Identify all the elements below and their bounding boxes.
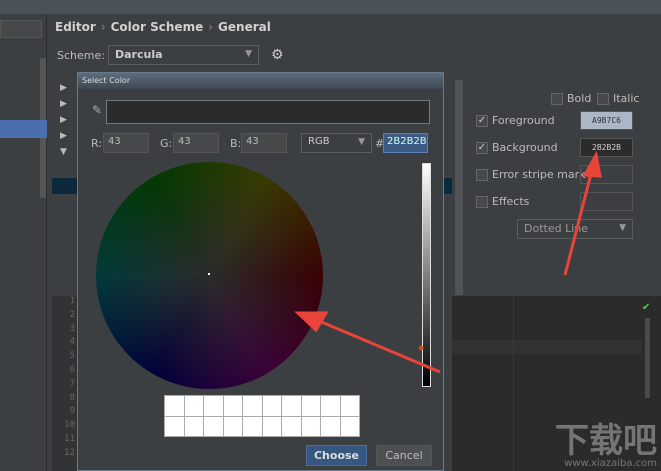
arrow-to-wheel [311,316,441,374]
watermark: 下载吧 www.xiazaiba.com [555,421,657,469]
annotation-arrows [294,150,602,374]
arrowhead-icon [294,311,329,333]
arrowhead-icon [582,150,602,178]
arrow-to-background [563,169,594,276]
